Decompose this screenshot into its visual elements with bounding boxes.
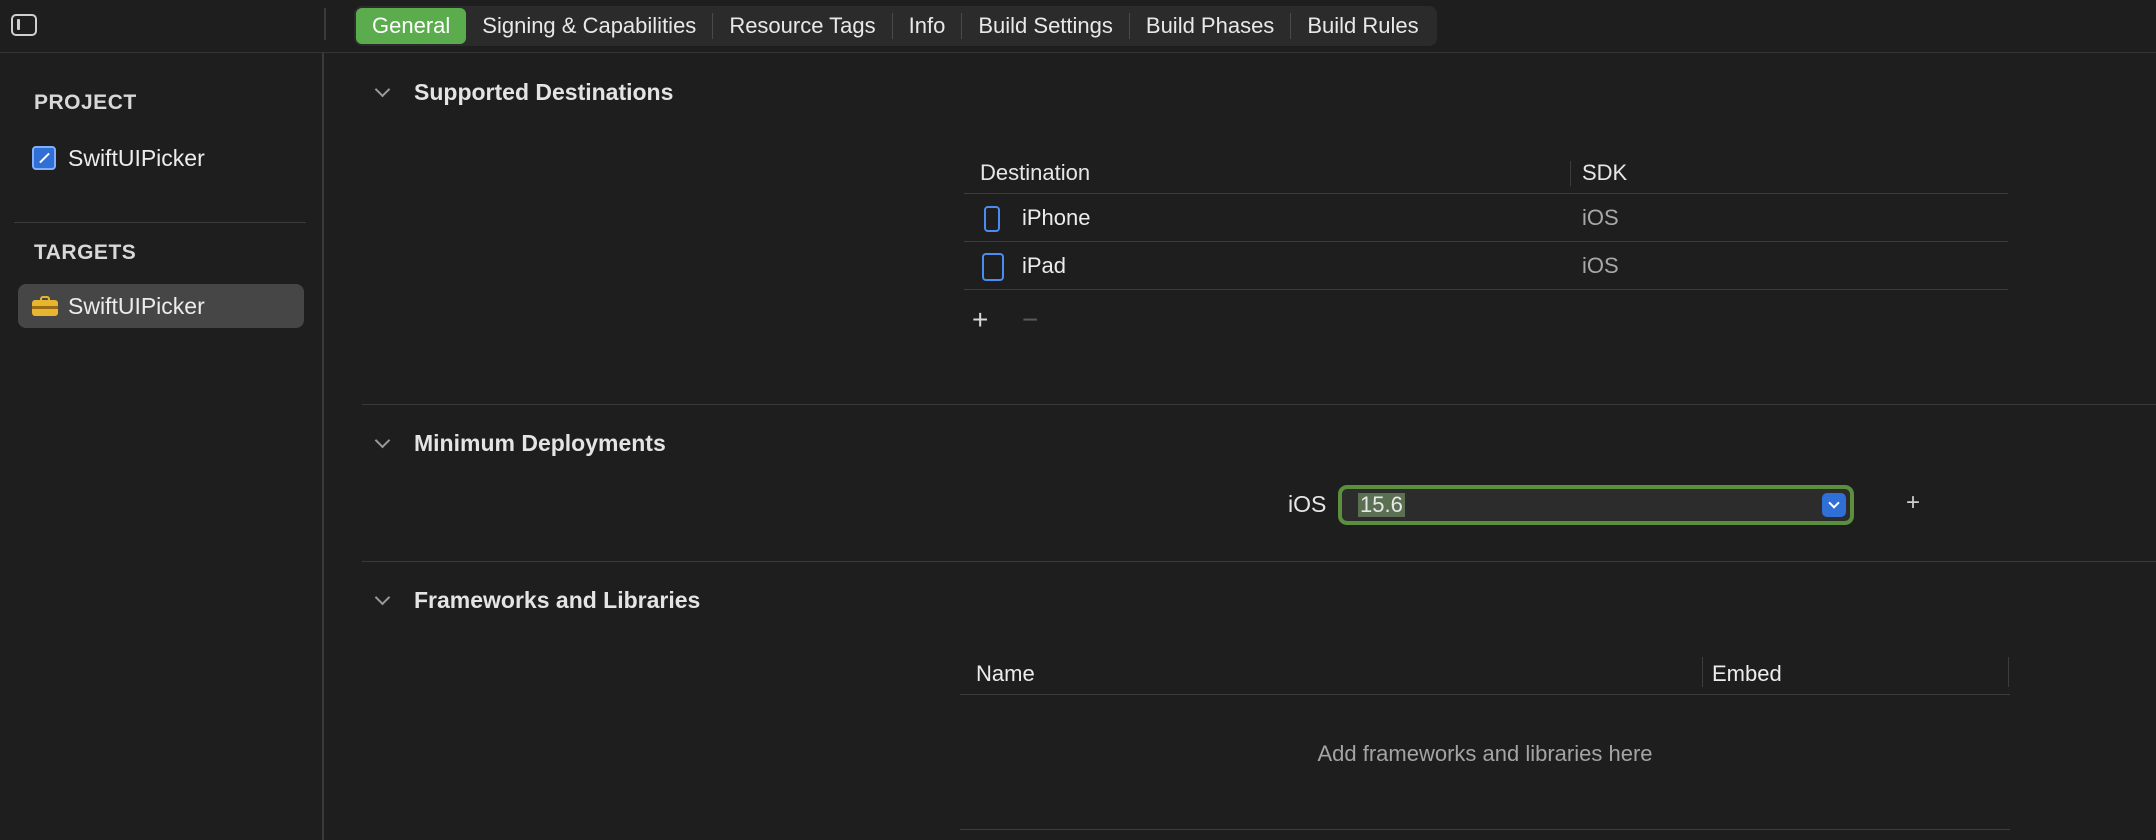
add-destination-button[interactable]: +: [972, 306, 988, 334]
tab-build-rules[interactable]: Build Rules: [1291, 8, 1434, 44]
project-heading: PROJECT: [34, 91, 137, 114]
remove-destination-button[interactable]: −: [1022, 306, 1038, 334]
ipad-icon: [982, 253, 1004, 281]
chevron-down-icon[interactable]: [374, 84, 390, 100]
supported-destinations-header[interactable]: Supported Destinations: [374, 77, 673, 107]
sidebar-item-label: SwiftUIPicker: [68, 144, 205, 171]
tab-signing-capabilities[interactable]: Signing & Capabilities: [466, 8, 712, 44]
column-separator: [1570, 161, 1571, 186]
column-header-name[interactable]: Name: [976, 661, 1035, 687]
sidebar-toggle-icon[interactable]: [11, 14, 37, 36]
column-header-sdk[interactable]: SDK: [1582, 160, 1627, 186]
deployment-version-value[interactable]: 15.6: [1358, 493, 1405, 517]
project-file-icon: [32, 146, 56, 170]
table-row[interactable]: iPad iOS: [964, 242, 2008, 290]
sidebar-divider: [14, 222, 306, 223]
sidebar-item-label: SwiftUIPicker: [68, 292, 205, 319]
chevron-down-icon[interactable]: [374, 592, 390, 608]
general-settings-pane: Supported Destinations Destination SDK i…: [326, 53, 2156, 840]
targets-heading: TARGETS: [34, 241, 137, 264]
add-deployment-button[interactable]: +: [1906, 489, 1920, 517]
sidebar-item-project[interactable]: SwiftUIPicker: [18, 136, 304, 180]
editor-tab-bar: General Signing & Capabilities Resource …: [354, 6, 1437, 46]
destinations-table: Destination SDK iPhone iOS iPad iOS + −: [964, 153, 2008, 334]
column-header-embed[interactable]: Embed: [1712, 661, 1782, 687]
section-divider: [362, 561, 2156, 562]
tab-general[interactable]: General: [356, 8, 467, 44]
frameworks-table: Name Embed Add frameworks and libraries …: [960, 651, 2010, 766]
tab-build-phases[interactable]: Build Phases: [1130, 8, 1290, 44]
section-title: Supported Destinations: [414, 78, 674, 105]
tab-info[interactable]: Info: [893, 8, 962, 44]
iphone-icon: [984, 206, 1000, 232]
section-title: Minimum Deployments: [414, 429, 666, 456]
chevron-down-icon[interactable]: [1822, 493, 1846, 517]
destination-sdk: iOS: [1582, 204, 1619, 230]
column-header-destination[interactable]: Destination: [980, 160, 1090, 186]
frameworks-table-header: Name Embed: [960, 651, 2010, 695]
frameworks-table-bottom-border: [960, 829, 2010, 830]
frameworks-libraries-header[interactable]: Frameworks and Libraries: [374, 585, 700, 615]
column-separator: [1702, 657, 1703, 687]
editor-top-bar: General Signing & Capabilities Resource …: [0, 0, 2156, 53]
target-toolbox-icon: [32, 296, 58, 316]
sidebar-item-target[interactable]: SwiftUIPicker: [18, 284, 304, 328]
section-divider: [362, 404, 2156, 405]
destination-sdk: iOS: [1582, 252, 1619, 278]
section-title: Frameworks and Libraries: [414, 586, 701, 613]
minimum-deployments-header[interactable]: Minimum Deployments: [374, 428, 666, 458]
column-separator: [2008, 657, 2009, 687]
tab-resource-tags[interactable]: Resource Tags: [713, 8, 891, 44]
destination-name: iPad: [1022, 252, 1067, 278]
deployment-platform-label: iOS: [1288, 491, 1327, 517]
destination-name: iPhone: [1022, 204, 1091, 230]
destinations-table-header: Destination SDK: [964, 153, 2008, 194]
project-targets-sidebar: PROJECT SwiftUIPicker TARGETS SwiftUIPic…: [0, 53, 324, 840]
deployment-version-combobox[interactable]: 15.6: [1338, 485, 1854, 525]
frameworks-empty-placeholder: Add frameworks and libraries here: [1317, 741, 1653, 766]
topbar-divider: [324, 8, 326, 40]
table-row[interactable]: iPhone iOS: [964, 194, 2008, 242]
chevron-down-icon[interactable]: [374, 435, 390, 451]
tab-build-settings[interactable]: Build Settings: [962, 8, 1129, 44]
